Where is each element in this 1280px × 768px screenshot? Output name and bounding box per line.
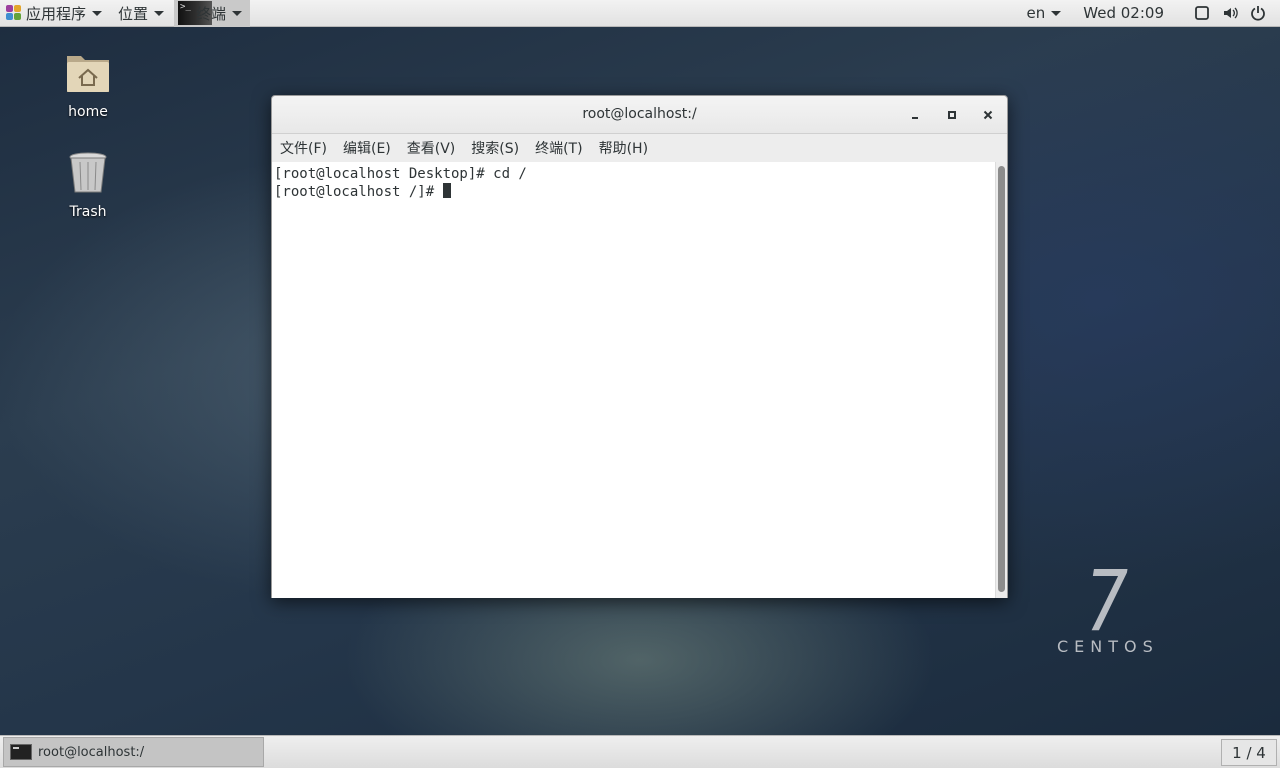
chevron-down-icon (154, 10, 165, 16)
language-selector[interactable]: en (1027, 4, 1062, 22)
terminal-app-menu[interactable]: >_ 终端 (174, 0, 251, 27)
power-icon[interactable] (1250, 5, 1266, 21)
minimize-icon (912, 117, 918, 119)
trash-icon (69, 152, 107, 193)
desktop-trash-item[interactable]: Trash (38, 150, 138, 220)
menu-terminal[interactable]: 终端(T) (531, 138, 586, 158)
menu-search[interactable]: 搜索(S) (467, 138, 523, 158)
desktop-icon-label: Trash (69, 204, 107, 220)
clock[interactable]: Wed 02:09 (1083, 4, 1164, 22)
maximize-button[interactable] (941, 104, 963, 126)
language-label: en (1026, 4, 1046, 22)
chevron-down-icon (92, 10, 103, 16)
applications-label: 应用程序 (26, 4, 87, 23)
panel-status-area: en Wed 02:09 (1027, 0, 1280, 27)
places-menu[interactable]: 位置 (108, 0, 170, 27)
screen-icon[interactable] (1194, 5, 1210, 21)
menu-file[interactable]: 文件(F) (276, 138, 331, 158)
text-cursor (442, 183, 451, 198)
terminal-line-prompt: [root@localhost /]# (274, 183, 995, 201)
workspace-switcher[interactable]: 1 / 4 (1221, 739, 1277, 766)
chevron-down-icon (232, 10, 243, 16)
window-titlebar[interactable]: root@localhost:/ (272, 96, 1007, 134)
taskbar-terminal-item[interactable]: root@localhost:/ (3, 737, 264, 767)
terminal-menubar: 文件(F) 编辑(E) 查看(V) 搜索(S) 终端(T) 帮助(H) (272, 134, 1007, 162)
menu-view[interactable]: 查看(V) (403, 138, 460, 158)
menu-edit[interactable]: 编辑(E) (339, 138, 395, 158)
window-title: root@localhost:/ (582, 106, 697, 122)
close-button[interactable] (977, 104, 999, 126)
applications-logo-icon (6, 5, 22, 21)
top-panel: 应用程序 位置 >_ 终端 en Wed 02:09 (0, 0, 1280, 27)
menu-help[interactable]: 帮助(H) (595, 138, 652, 158)
minimize-button[interactable] (904, 104, 926, 126)
applications-menu[interactable]: 应用程序 (0, 0, 108, 27)
chevron-down-icon (1051, 10, 1062, 16)
places-label: 位置 (118, 4, 149, 23)
terminal-scrollbar[interactable] (995, 162, 1007, 598)
terminal-window[interactable]: root@localhost:/ 文件(F) 编辑(E) 查看(V) 搜索(S)… (271, 95, 1008, 598)
terminal-prompt: [root@localhost /]# (274, 184, 443, 200)
terminal-output[interactable]: [root@localhost Desktop]# cd / [root@loca… (272, 162, 995, 598)
terminal-app-label: 终端 (196, 4, 227, 23)
scrollbar-thumb[interactable] (998, 166, 1005, 592)
desktop-icon-label: home (68, 104, 108, 120)
centos-name-watermark: CENTOS (1057, 637, 1159, 656)
terminal-line: [root@localhost Desktop]# cd / (274, 166, 527, 182)
bottom-panel: root@localhost:/ 1 / 4 (0, 735, 1280, 768)
volume-icon[interactable] (1222, 5, 1238, 21)
taskbar-item-label: root@localhost:/ (38, 744, 145, 760)
close-icon (983, 110, 993, 120)
terminal-icon (10, 744, 32, 760)
home-folder-icon (67, 56, 109, 92)
desktop-home-item[interactable]: home (38, 50, 138, 120)
centos-version-watermark: 7 (1085, 552, 1129, 650)
maximize-icon (948, 111, 956, 119)
